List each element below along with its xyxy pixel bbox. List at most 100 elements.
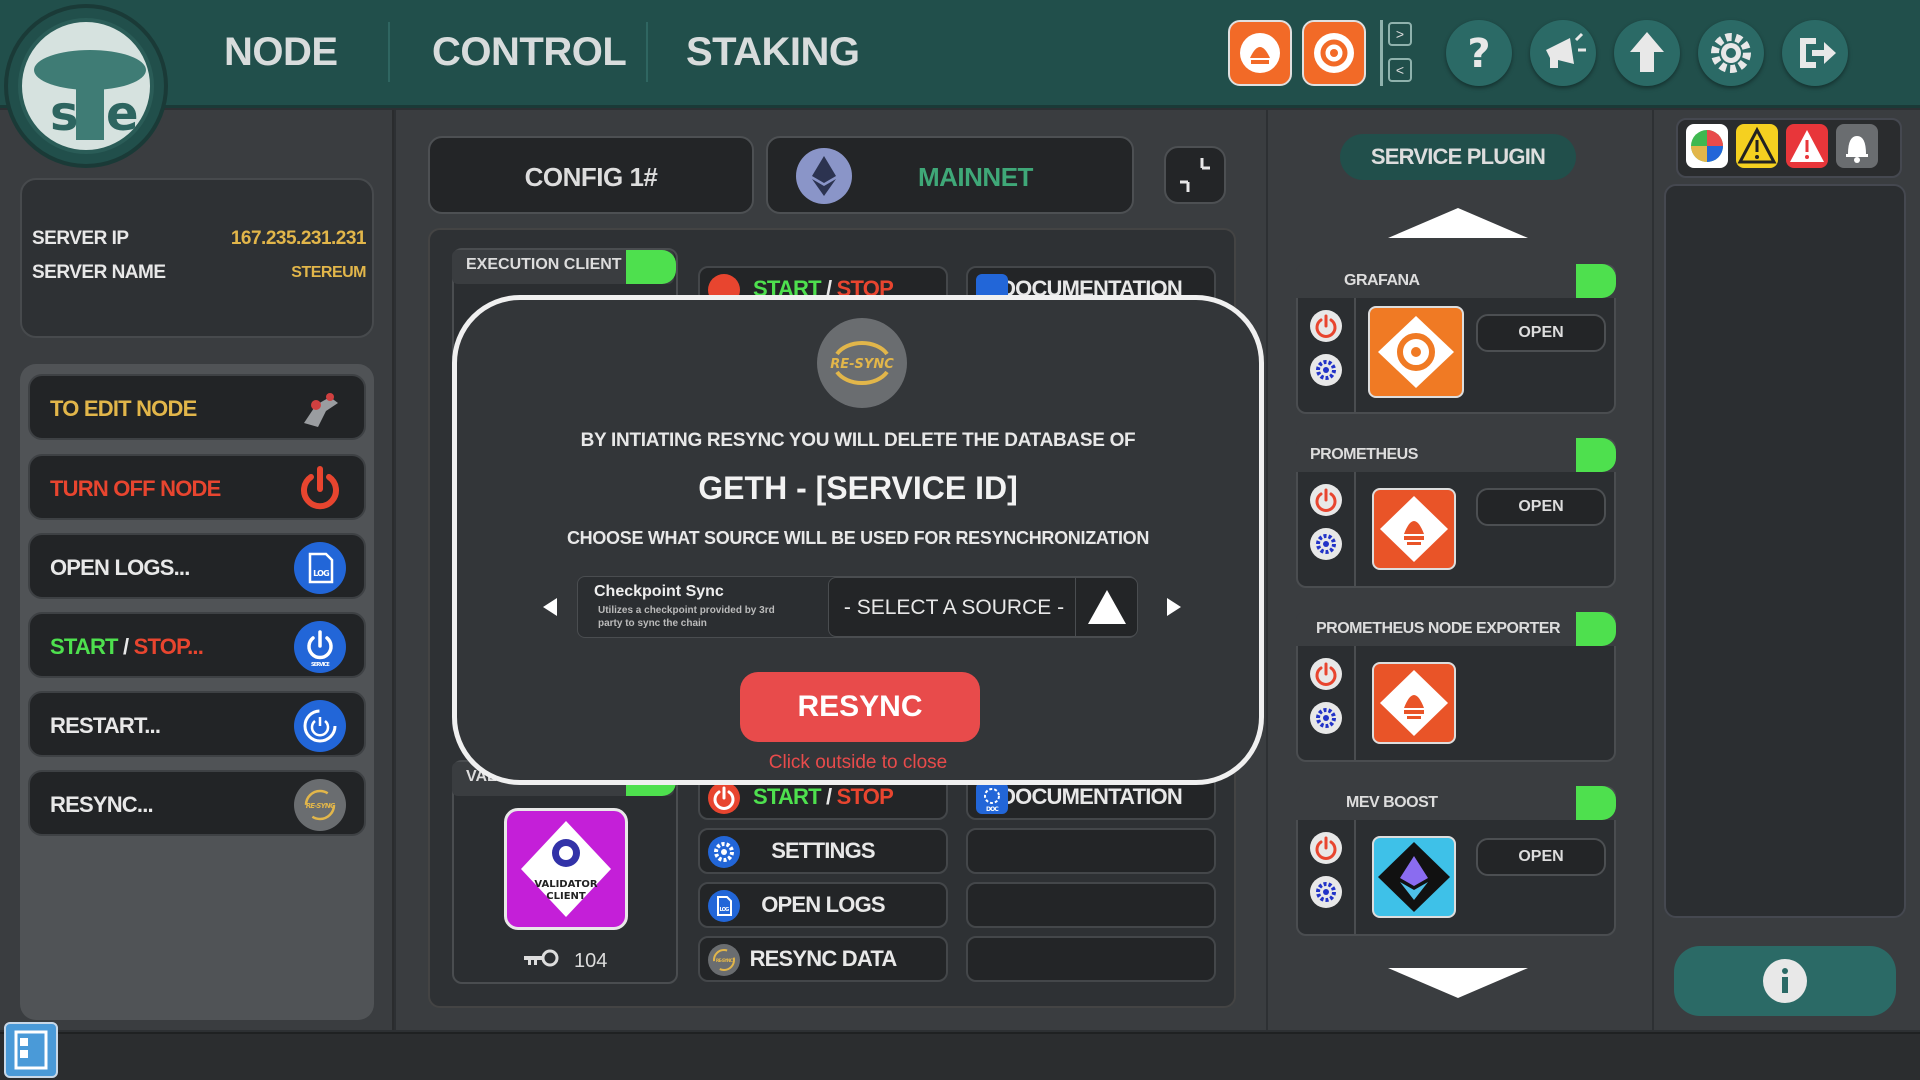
collapse-button[interactable] [1164,146,1226,204]
nav-divider [646,22,648,82]
turn-off-node-button[interactable]: TURN OFF NODE [28,454,366,520]
network-selector[interactable]: MAINNET [766,136,1134,214]
plugin-name: GRAFANA [1296,264,1616,298]
notification-list [1664,184,1906,918]
mev-boost-icon[interactable] [1372,836,1456,918]
power-icon [708,782,740,814]
power-icon[interactable] [1310,484,1342,516]
config-selector[interactable]: CONFIG 1# [428,136,754,214]
scroll-right-icon[interactable]: > [1388,22,1412,46]
service-power-icon: SERVICE [294,621,346,673]
select-source-text: - SELECT A SOURCE - [843,596,1065,619]
start-text: START [50,634,118,659]
settings-icon[interactable] [1698,20,1764,86]
card-divider [1354,472,1356,588]
app-logo[interactable]: s e [4,4,168,168]
open-logs-label: OPEN LOGS [761,892,885,917]
open-mev-boost-button[interactable]: OPEN [1476,838,1606,876]
service-name: GETH - [SERVICE ID] [698,470,1018,506]
documentation-label: DOCUMENTATION [1000,784,1183,809]
open-prometheus-button[interactable]: OPEN [1476,488,1606,526]
log-badge-text: LOG [313,569,329,578]
validator-resync-data-button[interactable]: RE-SYNC RESYNC DATA [698,936,948,982]
validator-open-logs-button[interactable]: LOG OPEN LOGS [698,882,948,928]
slash-text: / [117,634,134,659]
scroll-down-icon[interactable] [1386,966,1530,1005]
start-stop-button[interactable]: START / STOP... SERVICE [28,612,366,678]
resync-badge-text: RE-SYNC [306,802,336,810]
grafana-icon[interactable] [1302,20,1366,86]
power-icon [294,463,346,515]
source-dropdown[interactable]: - SELECT A SOURCE - [828,577,1138,637]
network-label: MAINNET [918,162,1033,192]
resync-button[interactable]: RESYNC... RE-SYNC [28,770,366,836]
card-divider [1354,646,1356,762]
power-icon[interactable] [1310,658,1342,690]
option-title: Checkpoint Sync [594,583,724,600]
turn-off-node-label: TURN OFF NODE [50,476,221,501]
resync-warning: BY INTIATING RESYNC YOU WILL DELETE THE … [580,430,1136,451]
color-wheel-icon[interactable] [1686,124,1728,168]
server-info: SERVER IP 167.235.231.231 SERVER NAME ST… [20,178,374,338]
update-icon[interactable] [1614,20,1680,86]
bell-icon[interactable] [1836,124,1878,168]
logo-icon: s e [18,18,154,154]
svg-text:e: e [106,86,139,142]
gear-icon[interactable] [1310,876,1342,908]
server-name-value: STEREUM [291,264,366,281]
clipboard-icon[interactable] [4,1022,58,1078]
server-ip-label: SERVER IP [32,228,129,249]
choose-source-text: CHOOSE WHAT SOURCE WILL BE USED FOR RESY… [566,528,1150,548]
grafana-icon[interactable] [1368,306,1464,398]
resync-modal: RE-SYNC BY INTIATING RESYNC YOU WILL DEL… [452,295,1264,785]
card-divider [1354,298,1356,414]
logout-icon[interactable] [1782,20,1848,86]
help-icon[interactable]: ? [1446,20,1512,86]
dropdown-arrow-icon[interactable] [1075,578,1137,636]
prometheus-icon[interactable] [1372,662,1456,744]
restart-button[interactable]: RESTART... [28,691,366,757]
scroll-up-icon[interactable] [1386,206,1530,245]
open-logs-label: OPEN LOGS... [50,555,190,580]
ethereum-icon [796,148,852,204]
next-option-icon[interactable] [1163,596,1185,623]
nav-staking[interactable]: STAKING [686,30,860,75]
power-icon[interactable] [1310,832,1342,864]
validator-client-icon[interactable]: VALIDATOR CLIENT [504,808,628,930]
empty-slot [966,936,1216,982]
settings-label: SETTINGS [771,838,875,863]
nav-control[interactable]: CONTROL [432,30,627,75]
gear-icon[interactable] [1310,702,1342,734]
prev-option-icon[interactable] [539,596,561,623]
edit-node-button[interactable]: TO EDIT NODE [28,374,366,440]
announcement-icon[interactable] [1530,20,1596,86]
resync-icon: RE-SYNC [817,318,907,408]
info-button[interactable] [1674,946,1896,1016]
gear-icon[interactable] [1310,354,1342,386]
plugin-toggle[interactable] [1576,438,1616,472]
service-plugin-title: SERVICE PLUGIN [1340,134,1576,180]
alert-icon[interactable] [1786,124,1828,168]
nav-node[interactable]: NODE [224,30,338,75]
gear-icon[interactable] [1310,528,1342,560]
open-grafana-button[interactable]: OPEN [1476,314,1606,352]
prometheus-icon[interactable] [1228,20,1292,86]
plugin-toggle[interactable] [1576,264,1616,298]
plugin-toggle[interactable] [1576,612,1616,646]
resync-confirm-button[interactable]: RESYNC [740,672,980,742]
warning-icon[interactable] [1736,124,1778,168]
plugin-toggle[interactable] [1576,786,1616,820]
log-file-icon: LOG [708,890,740,922]
config-label: CONFIG 1# [524,162,658,192]
execution-toggle[interactable] [626,250,676,284]
resync-badge-text: RE-SYNC [830,357,894,372]
toolbar-divider [1380,20,1383,86]
open-logs-button[interactable]: OPEN LOGS... LOG [28,533,366,599]
validator-icon-line1: VALIDATOR [534,879,597,890]
prometheus-icon[interactable] [1372,488,1456,570]
scroll-left-icon[interactable]: < [1388,58,1412,82]
validator-settings-button[interactable]: SETTINGS [698,828,948,874]
resync-data-label: RESYNC DATA [749,946,898,971]
power-icon[interactable] [1310,310,1342,342]
collapse-icon [1180,158,1210,192]
